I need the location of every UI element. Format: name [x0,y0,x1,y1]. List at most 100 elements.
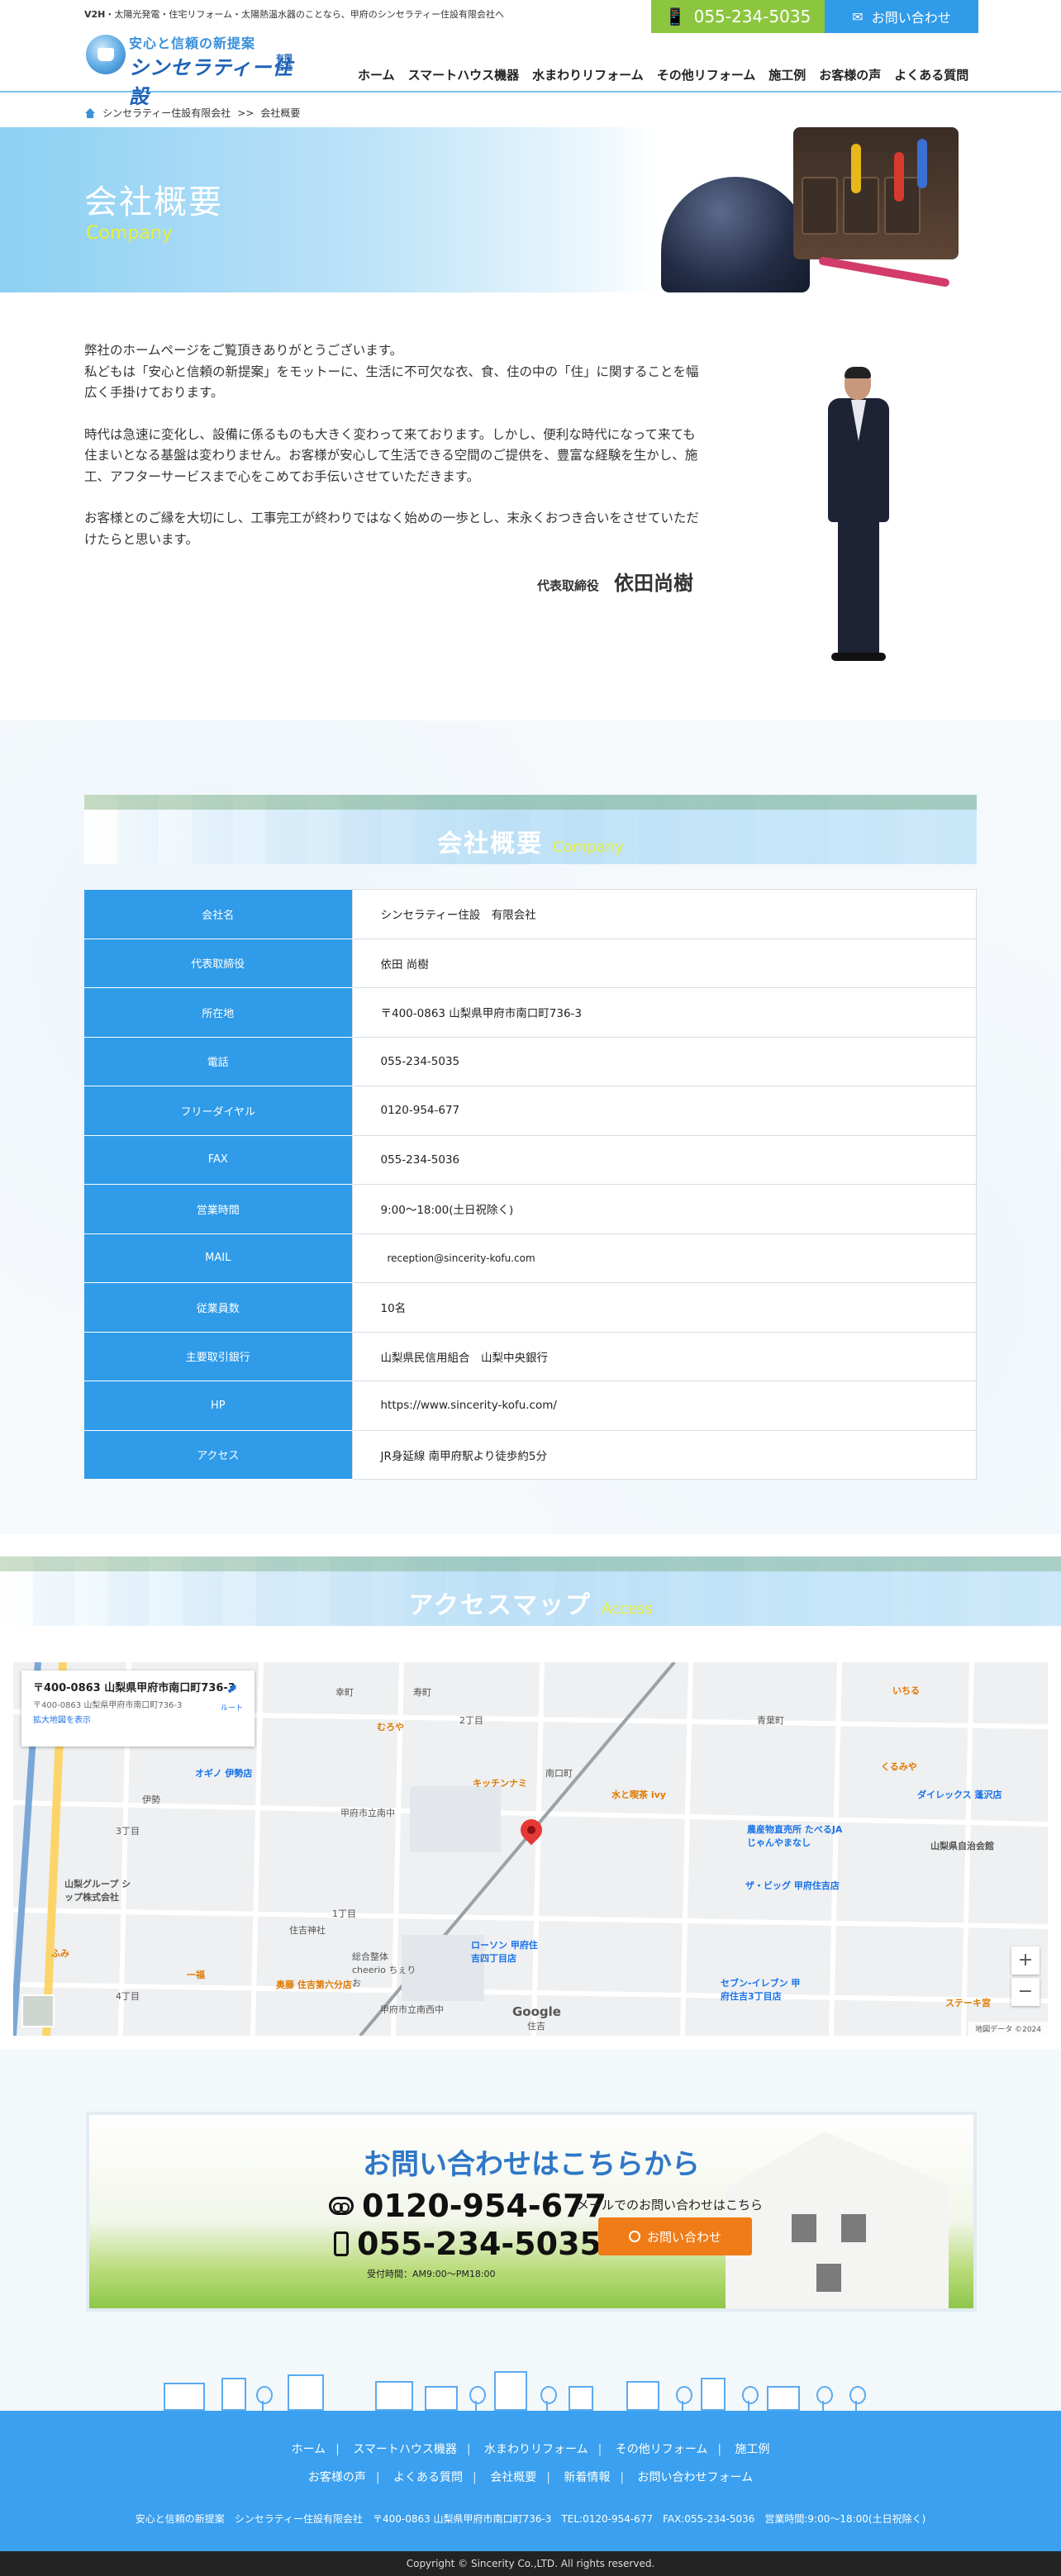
breadcrumb-home[interactable]: シンセラティー住設有限会社 [102,106,231,120]
representative-photo [813,367,904,661]
row-value: シンセラティー住設 有限会社 [351,889,977,939]
nav-home[interactable]: ホーム [351,66,402,83]
map-poi[interactable]: ザ・ビッグ 甲府住吉店 [745,1879,840,1892]
footer-nav-works[interactable]: 施工例 [735,2443,770,2456]
row-value[interactable]: https://www.sincerity-kofu.com/ [351,1381,977,1431]
site-footer: ホーム | スマートハウス機器 | 水まわりリフォーム | その他リフォーム | 施工例… [0,2411,1061,2551]
row-value: 10名 [351,1282,977,1333]
footer-nav-home[interactable]: ホーム [291,2443,326,2456]
footer-nav-contact-form[interactable]: お問い合わせフォーム [638,2471,754,2484]
header-contact-label: お問い合わせ [871,10,951,26]
map-route-label: ルート [220,1704,243,1713]
freedial-icon [329,2197,354,2215]
footer-nav-smarthouse[interactable]: スマートハウス機器 [353,2443,457,2456]
nav-smarthouse[interactable]: スマートハウス機器 [402,66,526,83]
reception-hours: 受付時間：AM9:00～PM18:00 [367,2269,496,2279]
directions-icon[interactable]: ⬈ [223,1680,241,1699]
map-poi[interactable]: ステーキ宮 [945,1996,991,2009]
map-attribution: 地図データ ©2024 [968,2022,1048,2036]
map-poi[interactable]: 水と喫茶 ivy [611,1788,666,1801]
zoom-in-button[interactable]: + [1011,1946,1040,1975]
map-enlarge-link[interactable]: 拡大地図を表示 [33,1716,91,1725]
footer-nav-voices[interactable]: お客様の声 [308,2471,366,2484]
footer-nav-company[interactable]: 会社概要 [490,2471,536,2484]
nav-faq[interactable]: よくある質問 [887,66,975,83]
table-row: MAIL reception@sincerity-kofu.com [84,1233,977,1283]
row-label: 主要取引銀行 [84,1332,352,1381]
row-label: 所在地 [84,987,352,1038]
footer-nav-row-1: ホーム | スマートハウス機器 | 水まわりリフォーム | その他リフォーム | 施工例 [291,2443,770,2456]
row-value: 依田 尚樹 [351,938,977,988]
map-poi[interactable]: 一福 [187,1968,205,1981]
map-poi[interactable]: 奥藤 住吉第六分店 [276,1978,352,1991]
map-poi[interactable]: いちる [892,1684,920,1697]
nav-voices[interactable]: お客様の声 [812,66,887,83]
map-poi[interactable]: くるみや [881,1760,917,1773]
table-row: 電話 055-234-5035 [84,1036,977,1086]
map-label: 甲府市立南西中 [380,2004,444,2015]
table-row: FAX 055-234-5036 [84,1134,977,1185]
footer-nav-news[interactable]: 新着情報 [564,2471,610,2484]
freedial-number[interactable]: 0120-954-677 [329,2188,607,2224]
logo-name: シンセラティー住設 [129,56,293,108]
footer-nav-faq[interactable]: よくある質問 [393,2471,463,2484]
site-logo[interactable]: 安心と信頼の新提案 シンセラティー住設 有限会社 [86,31,301,108]
row-label: 代表取締役 [84,939,352,988]
company-section-banner: 会社概要 Company [84,795,977,864]
map-poi[interactable]: ローソン 甲府住吉四丁目店 [471,1938,545,1965]
helmet-image [661,177,810,292]
greeting-paragraph-3: お客様とのご縁を大切にし、工事完工が終わりではなく始めの一歩とし、末永くおつき合… [84,511,699,547]
map-label: 3丁目 [116,1826,140,1837]
map-poi[interactable]: オギノ 伊勢店 [195,1766,252,1780]
map-label: 寿町 [413,1687,431,1698]
table-row: アクセス JR身延線 南甲府駅より徒歩約5分 [84,1429,977,1480]
map-label: 2丁目 [459,1715,483,1726]
google-map[interactable]: 幸町 寿町 2丁目 青葉町 南口町 伊勢 3丁目 1丁目 4丁目 住吉 甲府市立… [13,1662,1048,2036]
row-label: MAIL [84,1233,352,1283]
tool-belt-image [793,127,959,259]
map-poi[interactable]: ダイレックス 蓬沢店 [917,1788,1002,1801]
footer-address: 安心と信頼の新提案 シンセラティー住設有限会社 〒400-0863 山梨県甲府市… [135,2513,926,2525]
map-card-address: 〒400-0863 山梨県甲府市南口町736-3 [33,1701,183,1710]
arrow-circle-icon [628,2231,640,2242]
header-tel-button[interactable]: 📱 055-234-5035 [651,0,825,33]
map-label: 幸町 [335,1687,354,1698]
nav-water-reform[interactable]: 水まわりリフォーム [526,66,650,83]
mail-note: メールでのお問い合わせはこちら [577,2198,764,2212]
header-contact-button[interactable]: ✉ お問い合わせ [825,0,978,33]
map-poi[interactable]: キッチンナミ [473,1776,527,1789]
contact-tel-number[interactable]: 055-234-5035 [334,2226,602,2262]
row-label: アクセス [84,1430,352,1480]
contact-form-button[interactable]: お問い合わせ [598,2217,752,2255]
nav-works[interactable]: 施工例 [762,66,812,83]
map-poi[interactable]: 農産物直売所 たべるJAじゃんやまなし [747,1823,846,1849]
page-subtitle: Company [86,223,173,244]
nav-other-reform[interactable]: その他リフォーム [650,66,763,83]
company-section-title: 会社概要 Company [437,829,624,858]
map-poi[interactable]: 山梨県自治会館 [930,1839,994,1852]
map-label: 住吉神社 [289,1925,326,1936]
town-illustration [164,2369,899,2411]
row-label: FAX [84,1135,352,1185]
footer-nav-other-reform[interactable]: その他リフォーム [616,2443,708,2456]
greeting-paragraph-1: 弊社のホームページをご覧頂きありがとうございます。 私どもは「安心と信頼の新提案… [84,343,699,400]
logo-emblem-icon [86,35,126,74]
greeting-message: 弊社のホームページをご覧頂きありがとうございます。 私どもは「安心と信頼の新提案… [84,340,704,571]
map-poi[interactable]: むろや [377,1720,404,1733]
map-poi[interactable]: ふみ [51,1946,69,1960]
map-poi[interactable]: 山梨グループ シップ株式会社 [64,1877,139,1903]
representative-signature: 代表取締役 依田尚樹 [537,567,693,596]
zoom-out-button[interactable]: − [1011,1978,1040,2006]
map-layer-toggle[interactable] [21,1994,55,2027]
map-poi[interactable]: セブン-イレブン 甲府住吉3丁目店 [721,1976,803,2003]
contact-box: お問い合わせはこちらから 0120-954-677 055-234-5035 受… [86,2112,977,2312]
row-value: 山梨県民信用組合 山梨中央銀行 [351,1331,977,1381]
row-value[interactable]: reception@sincerity-kofu.com [351,1233,977,1283]
logo-slogan: 安心と信頼の新提案 [129,36,256,51]
table-row: 主要取引銀行 山梨県民信用組合 山梨中央銀行 [84,1331,977,1381]
footer-nav-row-2: お客様の声 | よくある質問 | 会社概要 | 新着情報 | お問い合わせフォーム [307,2471,754,2484]
row-value: 0120-954-677 [351,1086,977,1136]
footer-nav-water-reform[interactable]: 水まわりリフォーム [484,2443,588,2456]
header-tagline: V2H・太陽光発電・住宅リフォーム・太陽熱温水器のことなら、甲府のシンセラティー… [84,9,505,20]
mobile-phone-icon [334,2231,349,2256]
